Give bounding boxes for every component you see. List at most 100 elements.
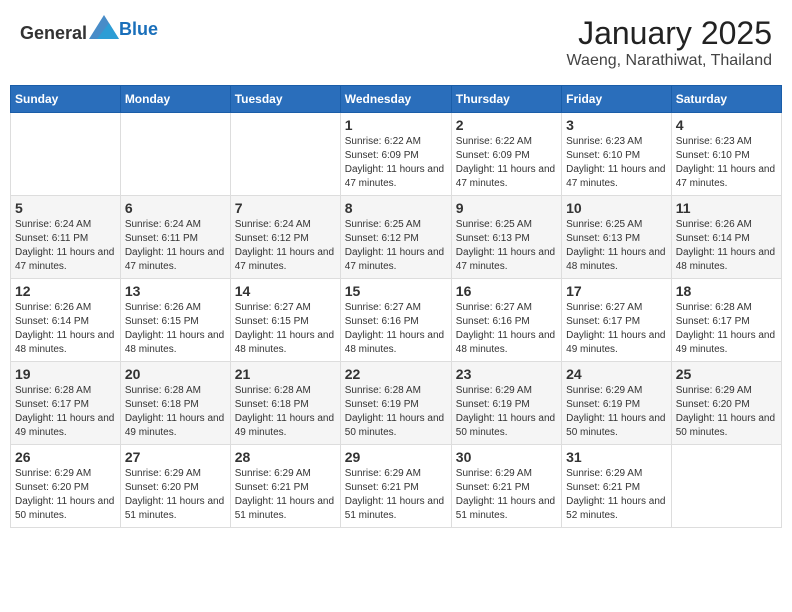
day-number: 17 (566, 283, 667, 299)
day-number: 12 (15, 283, 116, 299)
header-tuesday: Tuesday (230, 86, 340, 113)
table-row: 20 Sunrise: 6:28 AM Sunset: 6:18 PM Dayli… (120, 362, 230, 445)
table-row: 3 Sunrise: 6:23 AM Sunset: 6:10 PM Daylig… (562, 113, 672, 196)
calendar-week-row: 19 Sunrise: 6:28 AM Sunset: 6:17 PM Dayli… (11, 362, 782, 445)
day-number: 14 (235, 283, 336, 299)
table-row: 8 Sunrise: 6:25 AM Sunset: 6:12 PM Daylig… (340, 196, 451, 279)
day-number: 26 (15, 449, 116, 465)
day-number: 3 (566, 117, 667, 133)
calendar-week-row: 12 Sunrise: 6:26 AM Sunset: 6:14 PM Dayli… (11, 279, 782, 362)
table-row: 19 Sunrise: 6:28 AM Sunset: 6:17 PM Dayli… (11, 362, 121, 445)
day-info: Sunrise: 6:29 AM Sunset: 6:20 PM Dayligh… (676, 384, 777, 440)
day-number: 23 (456, 366, 557, 382)
header: General Blue January 2025 Waeng, Narathi… (10, 10, 782, 75)
day-number: 5 (15, 200, 116, 216)
day-number: 8 (345, 200, 447, 216)
table-row: 17 Sunrise: 6:27 AM Sunset: 6:17 PM Dayli… (562, 279, 672, 362)
calendar-table: Sunday Monday Tuesday Wednesday Thursday… (10, 85, 782, 528)
table-row (230, 113, 340, 196)
table-row: 31 Sunrise: 6:29 AM Sunset: 6:21 PM Dayli… (562, 445, 672, 528)
day-info: Sunrise: 6:28 AM Sunset: 6:19 PM Dayligh… (345, 384, 447, 440)
header-friday: Friday (562, 86, 672, 113)
day-number: 21 (235, 366, 336, 382)
day-info: Sunrise: 6:28 AM Sunset: 6:17 PM Dayligh… (15, 384, 116, 440)
day-info: Sunrise: 6:24 AM Sunset: 6:11 PM Dayligh… (125, 218, 226, 274)
day-number: 22 (345, 366, 447, 382)
table-row: 26Sunrise: 6:29 AM Sunset: 6:20 PM Dayli… (11, 445, 121, 528)
day-number: 30 (456, 449, 557, 465)
day-number: 24 (566, 366, 667, 382)
month-title: January 2025 (567, 15, 772, 52)
table-row: 28 Sunrise: 6:29 AM Sunset: 6:21 PM Dayli… (230, 445, 340, 528)
day-header-row: Sunday Monday Tuesday Wednesday Thursday… (11, 86, 782, 113)
day-number: 29 (345, 449, 447, 465)
header-monday: Monday (120, 86, 230, 113)
logo-general: General (20, 23, 87, 43)
day-info: Sunrise: 6:22 AM Sunset: 6:09 PM Dayligh… (456, 135, 557, 191)
day-number: 7 (235, 200, 336, 216)
day-info: Sunrise: 6:22 AM Sunset: 6:09 PM Dayligh… (345, 135, 447, 191)
location-title: Waeng, Narathiwat, Thailand (567, 52, 772, 70)
day-number: 2 (456, 117, 557, 133)
day-info: Sunrise: 6:27 AM Sunset: 6:17 PM Dayligh… (566, 301, 667, 357)
day-info: Sunrise: 6:29 AM Sunset: 6:21 PM Dayligh… (566, 467, 667, 523)
day-number: 20 (125, 366, 226, 382)
day-number: 11 (676, 200, 777, 216)
header-wednesday: Wednesday (340, 86, 451, 113)
day-number: 13 (125, 283, 226, 299)
day-info: Sunrise: 6:28 AM Sunset: 6:18 PM Dayligh… (125, 384, 226, 440)
day-info: Sunrise: 6:28 AM Sunset: 6:18 PM Dayligh… (235, 384, 336, 440)
day-info: Sunrise: 6:29 AM Sunset: 6:21 PM Dayligh… (456, 467, 557, 523)
day-info: Sunrise: 6:23 AM Sunset: 6:10 PM Dayligh… (566, 135, 667, 191)
table-row: 7Sunrise: 6:24 AM Sunset: 6:12 PM Daylig… (230, 196, 340, 279)
day-info: Sunrise: 6:26 AM Sunset: 6:14 PM Dayligh… (15, 301, 116, 357)
day-number: 31 (566, 449, 667, 465)
day-number: 25 (676, 366, 777, 382)
calendar-week-row: 1 Sunrise: 6:22 AM Sunset: 6:09 PM Daylig… (11, 113, 782, 196)
table-row: 11 Sunrise: 6:26 AM Sunset: 6:14 PM Dayli… (671, 196, 781, 279)
logo: General Blue (20, 15, 158, 44)
day-info: Sunrise: 6:29 AM Sunset: 6:20 PM Dayligh… (125, 467, 226, 523)
day-info: Sunrise: 6:26 AM Sunset: 6:14 PM Dayligh… (676, 218, 777, 274)
table-row: 24Sunrise: 6:29 AM Sunset: 6:19 PM Dayli… (562, 362, 672, 445)
day-info: Sunrise: 6:27 AM Sunset: 6:16 PM Dayligh… (345, 301, 447, 357)
day-number: 10 (566, 200, 667, 216)
table-row: 30 Sunrise: 6:29 AM Sunset: 6:21 PM Dayli… (451, 445, 561, 528)
day-info: Sunrise: 6:25 AM Sunset: 6:13 PM Dayligh… (566, 218, 667, 274)
table-row (11, 113, 121, 196)
logo-blue: Blue (119, 19, 158, 39)
header-sunday: Sunday (11, 86, 121, 113)
day-info: Sunrise: 6:27 AM Sunset: 6:15 PM Dayligh… (235, 301, 336, 357)
calendar-week-row: 5 Sunrise: 6:24 AM Sunset: 6:11 PM Daylig… (11, 196, 782, 279)
day-info: Sunrise: 6:23 AM Sunset: 6:10 PM Dayligh… (676, 135, 777, 191)
table-row: 6 Sunrise: 6:24 AM Sunset: 6:11 PM Daylig… (120, 196, 230, 279)
day-number: 15 (345, 283, 447, 299)
day-info: Sunrise: 6:29 AM Sunset: 6:21 PM Dayligh… (235, 467, 336, 523)
day-info: Sunrise: 6:29 AM Sunset: 6:21 PM Dayligh… (345, 467, 447, 523)
table-row: 23 Sunrise: 6:29 AM Sunset: 6:19 PM Dayli… (451, 362, 561, 445)
day-info: Sunrise: 6:25 AM Sunset: 6:12 PM Dayligh… (345, 218, 447, 274)
table-row: 5 Sunrise: 6:24 AM Sunset: 6:11 PM Daylig… (11, 196, 121, 279)
day-info: Sunrise: 6:27 AM Sunset: 6:16 PM Dayligh… (456, 301, 557, 357)
day-info: Sunrise: 6:29 AM Sunset: 6:19 PM Dayligh… (456, 384, 557, 440)
day-info: Sunrise: 6:24 AM Sunset: 6:11 PM Dayligh… (15, 218, 116, 274)
day-info: Sunrise: 6:25 AM Sunset: 6:13 PM Dayligh… (456, 218, 557, 274)
table-row: 9Sunrise: 6:25 AM Sunset: 6:13 PM Daylig… (451, 196, 561, 279)
day-info: Sunrise: 6:26 AM Sunset: 6:15 PM Dayligh… (125, 301, 226, 357)
logo-icon (89, 15, 119, 39)
table-row: 18Sunrise: 6:28 AM Sunset: 6:17 PM Dayli… (671, 279, 781, 362)
table-row: 27 Sunrise: 6:29 AM Sunset: 6:20 PM Dayli… (120, 445, 230, 528)
day-number: 18 (676, 283, 777, 299)
table-row: 2 Sunrise: 6:22 AM Sunset: 6:09 PM Daylig… (451, 113, 561, 196)
day-number: 19 (15, 366, 116, 382)
day-number: 28 (235, 449, 336, 465)
table-row: 1 Sunrise: 6:22 AM Sunset: 6:09 PM Daylig… (340, 113, 451, 196)
table-row: 25 Sunrise: 6:29 AM Sunset: 6:20 PM Dayli… (671, 362, 781, 445)
table-row: 22 Sunrise: 6:28 AM Sunset: 6:19 PM Dayli… (340, 362, 451, 445)
day-number: 6 (125, 200, 226, 216)
table-row: 21 Sunrise: 6:28 AM Sunset: 6:18 PM Dayli… (230, 362, 340, 445)
day-number: 16 (456, 283, 557, 299)
table-row: 4Sunrise: 6:23 AM Sunset: 6:10 PM Daylig… (671, 113, 781, 196)
day-number: 1 (345, 117, 447, 133)
day-number: 27 (125, 449, 226, 465)
